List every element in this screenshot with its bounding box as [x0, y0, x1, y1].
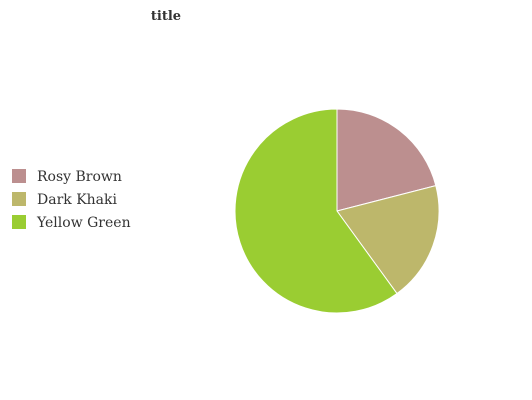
- legend-swatch-rosy-brown: [12, 169, 26, 183]
- legend-label-dark-khaki: Dark Khaki: [37, 192, 118, 208]
- legend: Rosy Brown Dark Khaki Yellow Green: [12, 169, 131, 231]
- legend-swatch-yellow-green: [12, 215, 26, 229]
- legend-label-rosy-brown: Rosy Brown: [37, 169, 122, 185]
- pie-slices: [234, 108, 440, 314]
- legend-swatch-dark-khaki: [12, 192, 26, 206]
- legend-label-yellow-green: Yellow Green: [36, 215, 131, 231]
- pie-chart: Rosy Brown Dark Khaki Yellow Green: [12, 108, 440, 314]
